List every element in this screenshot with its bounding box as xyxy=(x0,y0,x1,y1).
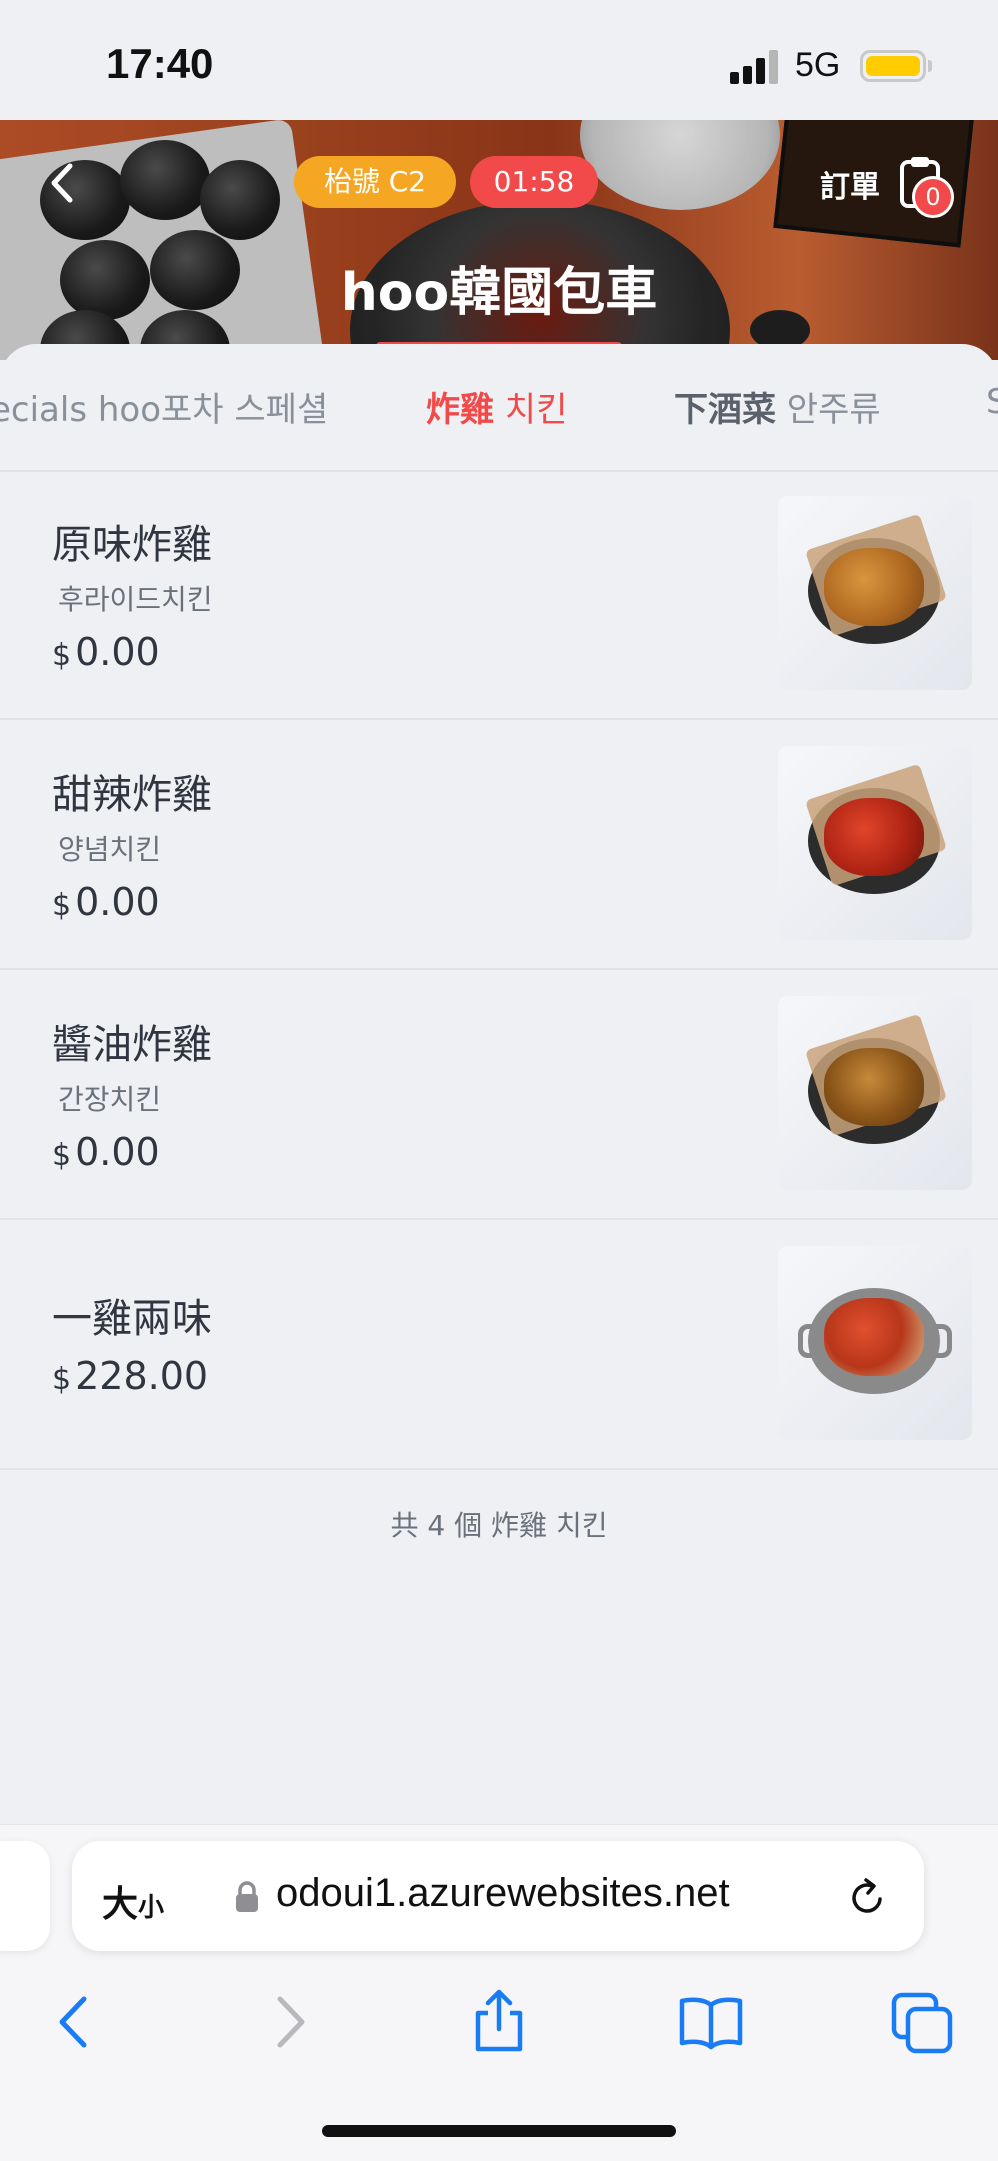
order-count-badge: 0 xyxy=(912,176,954,218)
tab-bar-snacks[interactable]: 下酒菜 안주류 xyxy=(674,382,881,431)
battery-icon xyxy=(860,50,926,82)
category-tabs: ecials hoo포차 스페셜 炸雞 치킨 下酒菜 안주류 S xyxy=(0,344,998,472)
browser-forward-icon[interactable] xyxy=(254,1987,324,2057)
back-button[interactable] xyxy=(42,158,82,208)
browser-back-icon[interactable] xyxy=(40,1987,110,2057)
menu-item[interactable]: 一雞兩味 $228.00 xyxy=(0,1220,998,1470)
item-name: 原味炸雞 xyxy=(52,522,212,568)
item-name: 甜辣炸雞 xyxy=(52,772,212,818)
share-icon[interactable] xyxy=(464,1987,534,2057)
item-photo xyxy=(778,496,972,690)
bookmarks-icon[interactable] xyxy=(676,1987,746,2057)
item-subtitle: 양념치킨 xyxy=(58,833,162,866)
item-subtitle: 간장치킨 xyxy=(58,1083,162,1116)
order-link[interactable]: 訂單 xyxy=(820,162,880,206)
item-price: $0.00 xyxy=(52,880,160,924)
status-time: 17:40 xyxy=(106,40,214,87)
signal-icon xyxy=(730,50,780,84)
item-subtitle: 후라이드치킨 xyxy=(58,583,213,616)
session-timer: 01:58 xyxy=(470,156,598,208)
menu-item[interactable]: 醬油炸雞 간장치킨 $0.00 xyxy=(0,970,998,1220)
tab-fried-chicken[interactable]: 炸雞 치킨 xyxy=(426,382,567,431)
lock-icon xyxy=(236,1881,258,1912)
reload-icon[interactable] xyxy=(844,1875,890,1921)
battery-tip xyxy=(928,60,932,72)
browser-toolbar: 大小 odoui1.azurewebsites.net xyxy=(0,1824,998,2161)
status-bar: 17:40 5G xyxy=(0,0,998,120)
url-text: odoui1.azurewebsites.net xyxy=(276,1871,730,1915)
item-photo xyxy=(778,996,972,1190)
address-bar[interactable]: 大小 odoui1.azurewebsites.net xyxy=(72,1841,924,1951)
menu-item[interactable]: 原味炸雞 후라이드치킨 $0.00 xyxy=(0,470,998,720)
hero-banner: 枱號 C2 01:58 訂單 0 hoo韓國包車 xyxy=(0,120,998,360)
item-count-summary: 共 4 個 炸雞 치킨 xyxy=(390,1509,608,1542)
tab-specials[interactable]: ecials hoo포차 스페셜 xyxy=(0,382,328,431)
item-price: $228.00 xyxy=(52,1354,209,1398)
item-photo xyxy=(778,1246,972,1440)
menu-panel: ecials hoo포차 스페셜 炸雞 치킨 下酒菜 안주류 S 原味炸雞 후라… xyxy=(0,344,998,1824)
store-title: hoo韓國包車 xyxy=(340,263,658,323)
table-number-badge: 枱號 C2 xyxy=(294,156,456,208)
network-type: 5G xyxy=(795,46,841,84)
text-size-button[interactable]: 大小 xyxy=(102,1875,164,1927)
item-name: 醬油炸雞 xyxy=(52,1022,212,1068)
home-indicator xyxy=(322,2125,676,2137)
tab-next[interactable]: S xyxy=(986,382,998,422)
menu-item[interactable]: 甜辣炸雞 양념치킨 $0.00 xyxy=(0,720,998,970)
item-photo xyxy=(778,746,972,940)
menu-item-list: 原味炸雞 후라이드치킨 $0.00 甜辣炸雞 양념치킨 $0.00 醬油炸雞 간… xyxy=(0,470,998,1470)
item-price: $0.00 xyxy=(52,1130,160,1174)
tabs-icon[interactable] xyxy=(888,1987,958,2057)
item-name: 一雞兩味 xyxy=(52,1296,212,1342)
chevron-left-icon xyxy=(51,163,73,203)
previous-tab-preview[interactable] xyxy=(0,1841,50,1951)
item-price: $0.00 xyxy=(52,630,160,674)
